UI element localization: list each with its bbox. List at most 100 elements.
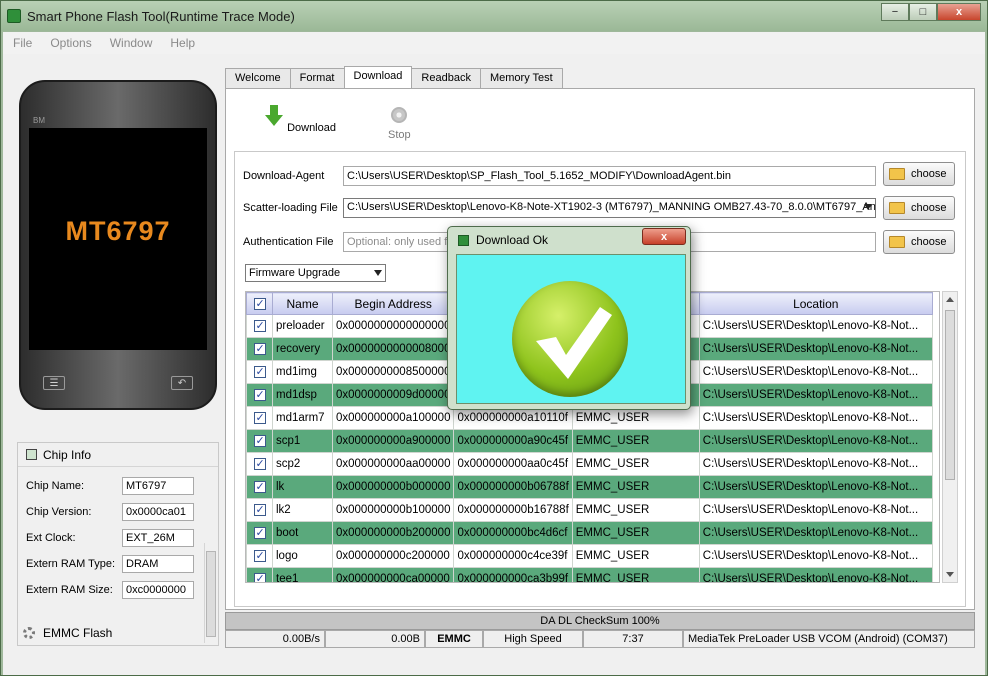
dialog-close-button[interactable]: x (642, 228, 686, 245)
row-checkbox[interactable] (253, 480, 266, 493)
cell-name: preloader (272, 314, 333, 338)
cell-name: lk (272, 475, 333, 499)
scroll-up-icon[interactable] (946, 297, 954, 302)
checkbox-cell (246, 429, 273, 453)
checkbox-cell (246, 383, 273, 407)
scatter-choose-button[interactable]: choose (883, 196, 955, 220)
mode-value: Firmware Upgrade (249, 267, 341, 279)
close-button[interactable]: x (937, 3, 981, 21)
col-location[interactable]: Location (698, 292, 933, 315)
app-window: Smart Phone Flash Tool(Runtime Trace Mod… (0, 0, 988, 676)
table-row[interactable]: lk20x000000000b1000000x000000000b16788fE… (246, 498, 933, 522)
table-row[interactable]: scp20x000000000aa000000x000000000aa0c45f… (246, 452, 933, 476)
row-checkbox[interactable] (253, 319, 266, 332)
dialog-title: Download Ok (476, 233, 549, 247)
row-checkbox[interactable] (253, 388, 266, 401)
cell-name: scp2 (272, 452, 333, 476)
cell-end-address: 0x000000000c4ce39f (453, 544, 573, 568)
mode-select[interactable]: Firmware Upgrade (245, 264, 386, 282)
tab-memory-test[interactable]: Memory Test (479, 68, 563, 88)
scroll-down-icon[interactable] (946, 572, 954, 577)
row-checkbox[interactable] (253, 549, 266, 562)
cell-region: EMMC_USER (571, 521, 700, 545)
menu-file[interactable]: File (13, 36, 32, 50)
maximize-button[interactable]: □ (909, 3, 937, 21)
download-arrow-icon (265, 105, 283, 126)
menu-help[interactable]: Help (170, 36, 195, 50)
cell-end-address: 0x000000000b16788f (453, 498, 573, 522)
download-button[interactable]: Download (264, 105, 336, 134)
download-agent-field[interactable]: C:\Users\USER\Desktop\SP_Flash_Tool_5.16… (343, 166, 876, 186)
stop-label: Stop (388, 129, 411, 141)
stop-icon (391, 107, 408, 123)
col-name[interactable]: Name (272, 292, 333, 315)
cell-begin-address: 0x000000000ca00000 (331, 567, 455, 582)
tab-download[interactable]: Download (343, 66, 413, 88)
chip-info-header[interactable]: Chip Info (18, 443, 218, 467)
folder-icon (889, 168, 905, 180)
stop-button[interactable]: Stop (388, 105, 411, 141)
tab-readback[interactable]: Readback (411, 68, 481, 88)
scatter-label: Scatter-loading File (243, 202, 338, 214)
chip-info-scroll-thumb[interactable] (206, 551, 216, 637)
cell-location: C:\Users\USER\Desktop\Lenovo-K8-Not... (698, 567, 933, 582)
chevron-down-icon (864, 204, 872, 210)
col-begin-address[interactable]: Begin Address (331, 292, 455, 315)
cell-begin-address: 0x0000000009d00000 (331, 383, 455, 407)
download-agent-row: Download-Agent C:\Users\USER\Desktop\SP_… (243, 166, 876, 186)
minimize-button[interactable]: − (881, 3, 909, 21)
menu-options[interactable]: Options (50, 36, 91, 50)
progress-bar: DA DL CheckSum 100% (225, 612, 975, 630)
chip-row-version: Chip Version: 0x0000ca01 (26, 503, 194, 521)
row-checkbox[interactable] (253, 572, 266, 582)
row-checkbox[interactable] (253, 457, 266, 470)
emmc-flash-header[interactable]: EMMC Flash (23, 626, 112, 640)
download-agent-label: Download-Agent (243, 170, 325, 182)
phone-chip-label: MT6797 (65, 216, 171, 246)
row-checkbox[interactable] (253, 411, 266, 424)
row-checkbox[interactable] (253, 434, 266, 447)
download-agent-choose-button[interactable]: choose (883, 162, 955, 186)
row-checkbox[interactable] (253, 365, 266, 378)
chip-info-scrollbar[interactable] (204, 543, 216, 643)
select-all-header[interactable] (246, 292, 273, 315)
row-checkbox[interactable] (253, 342, 266, 355)
chip-version-label: Chip Version: (26, 506, 92, 518)
table-row[interactable]: tee10x000000000ca000000x000000000ca3b99f… (246, 567, 933, 582)
cell-region: EMMC_USER (571, 498, 700, 522)
status-mode: High Speed (483, 630, 583, 648)
cell-begin-address: 0x000000000b000000 (331, 475, 455, 499)
auth-choose-button[interactable]: choose (883, 230, 955, 254)
select-all-checkbox[interactable] (253, 297, 266, 310)
table-row[interactable]: scp10x000000000a9000000x000000000a90c45f… (246, 429, 933, 453)
cell-end-address: 0x000000000b06788f (453, 475, 573, 499)
cell-location: C:\Users\USER\Desktop\Lenovo-K8-Not... (698, 498, 933, 522)
table-row[interactable]: logo0x000000000c2000000x000000000c4ce39f… (246, 544, 933, 568)
menu-window[interactable]: Window (110, 36, 153, 50)
table-row[interactable]: lk0x000000000b0000000x000000000b06788fEM… (246, 475, 933, 499)
row-checkbox[interactable] (253, 526, 266, 539)
tab-welcome[interactable]: Welcome (225, 68, 291, 88)
row-checkbox[interactable] (253, 503, 266, 516)
cell-region: EMMC_USER (571, 429, 700, 453)
status-time: 7:37 (583, 630, 683, 648)
table-row[interactable]: boot0x000000000b2000000x000000000bc4d6cf… (246, 521, 933, 545)
status-bytes: 0.00B (325, 630, 425, 648)
cell-location: C:\Users\USER\Desktop\Lenovo-K8-Not... (698, 360, 933, 384)
status-bar: 0.00B/s 0.00B EMMC High Speed 7:37 Media… (225, 630, 975, 648)
cell-begin-address: 0x0000000000008000 (331, 337, 455, 361)
table-scrollbar[interactable] (942, 291, 958, 583)
tab-format[interactable]: Format (289, 68, 345, 88)
title-bar[interactable]: Smart Phone Flash Tool(Runtime Trace Mod… (1, 1, 987, 31)
scatter-file-select[interactable]: C:\Users\USER\Desktop\Lenovo-K8-Note-XT1… (343, 198, 876, 218)
checkbox-cell (246, 544, 273, 568)
cell-begin-address: 0x000000000c200000 (331, 544, 455, 568)
chip-version-value: 0x0000ca01 (122, 503, 194, 521)
choose-label: choose (911, 236, 947, 248)
table-scroll-thumb[interactable] (945, 310, 955, 480)
choose-label: choose (911, 168, 947, 180)
status-storage: EMMC (425, 630, 483, 648)
chip-row-name: Chip Name: MT6797 (26, 477, 194, 495)
chevron-down-icon (374, 270, 382, 276)
cell-region: EMMC_USER (571, 475, 700, 499)
